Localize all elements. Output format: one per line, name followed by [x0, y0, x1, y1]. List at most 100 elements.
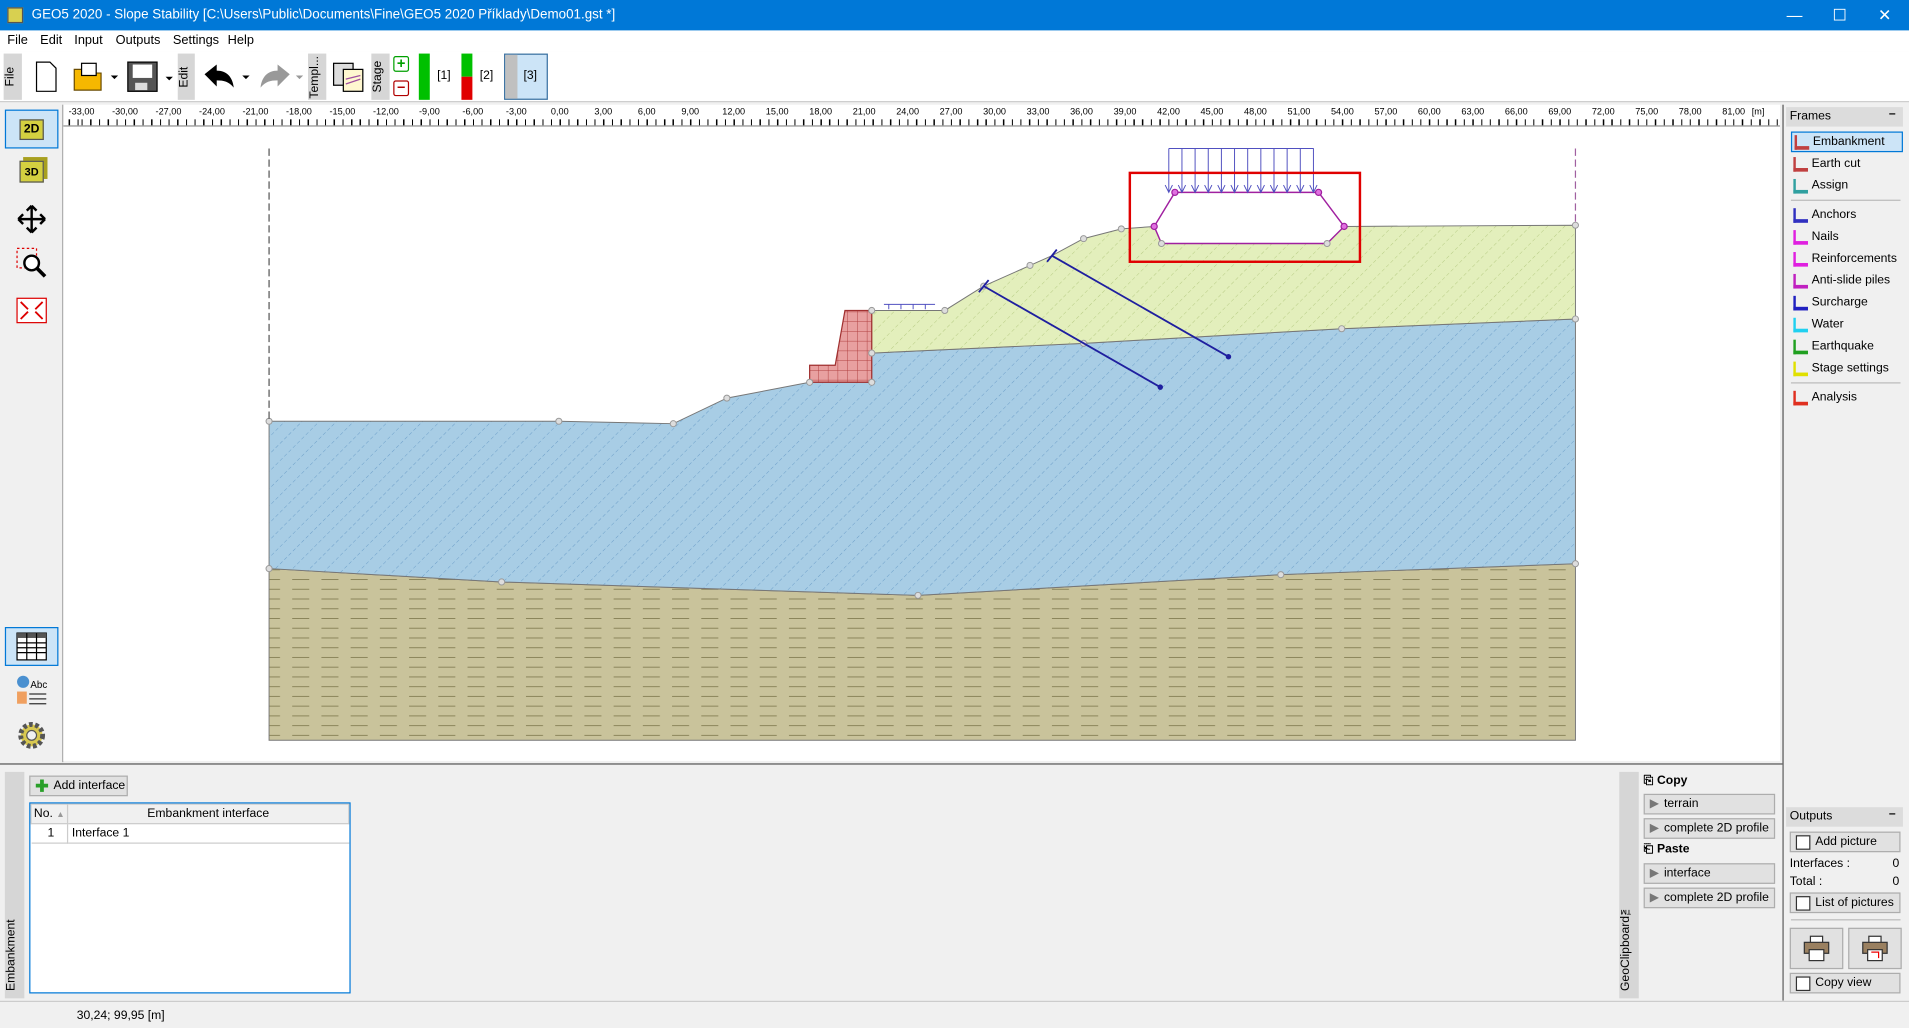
- frame-nails[interactable]: Nails: [1791, 226, 1903, 247]
- ruler-label: 30,00: [983, 105, 1007, 117]
- add-interface-button[interactable]: ✚ Add interface: [29, 775, 128, 797]
- table-view-button[interactable]: [4, 627, 59, 666]
- close-button[interactable]: ✕: [1862, 0, 1908, 30]
- move-button[interactable]: [5, 200, 59, 239]
- frame-embankment[interactable]: Embankment: [1790, 131, 1903, 153]
- window-title: GEO5 2020 - Slope Stability [C:\Users\Pu…: [31, 7, 616, 22]
- menu-input[interactable]: Input: [74, 33, 102, 48]
- zoom-fit-button[interactable]: [5, 291, 59, 330]
- stage-2-indicator-bottom: [461, 76, 473, 100]
- stage-2-button[interactable]: [2]: [460, 53, 499, 100]
- toolbar: File Edit Templ... Stage + – [1] [2] [3]: [0, 51, 1909, 103]
- ruler-label: 27,00: [939, 105, 963, 117]
- frames-collapse-button[interactable]: –: [1889, 107, 1896, 120]
- ruler-label: -15,00: [329, 105, 356, 117]
- add-stage-button[interactable]: +: [393, 56, 410, 72]
- move-icon: [17, 204, 46, 234]
- stage-3-button[interactable]: [3]: [504, 53, 548, 100]
- frame-earthquake[interactable]: Earthquake: [1791, 336, 1903, 357]
- list-of-pictures-button[interactable]: List of pictures: [1789, 892, 1901, 914]
- frame-earth-cut[interactable]: Earth cut: [1791, 153, 1903, 174]
- sort-ascending-icon: ▲: [56, 810, 65, 820]
- embankment-interface[interactable]: [1153, 191, 1346, 245]
- menu-help[interactable]: Help: [228, 33, 254, 48]
- interfaces-table[interactable]: No. ▲ Embankment interface 1 Interface 1: [29, 802, 351, 994]
- frame-surcharge[interactable]: Surcharge: [1791, 292, 1903, 313]
- frame-analysis[interactable]: Analysis: [1791, 387, 1903, 408]
- outputs-collapse-button[interactable]: –: [1889, 807, 1896, 820]
- print-button[interactable]: [1789, 927, 1844, 970]
- divider: [1790, 199, 1901, 201]
- view-2d-icon: 2D: [18, 118, 45, 140]
- settings-button[interactable]: [5, 716, 59, 755]
- menu-outputs[interactable]: Outputs: [116, 33, 161, 48]
- assign-icon: [1793, 178, 1808, 193]
- copy-view-button[interactable]: Copy view: [1789, 972, 1901, 994]
- retaining-wall[interactable]: [809, 309, 873, 383]
- paste-interface-button[interactable]: ▶ interface: [1643, 863, 1776, 884]
- menu-edit[interactable]: Edit: [40, 33, 62, 48]
- maximize-button[interactable]: ☐: [1817, 0, 1863, 30]
- stage-1-label: [1]: [437, 69, 451, 83]
- play-icon: ▶: [1649, 821, 1660, 836]
- slope-model-drawing[interactable]: [63, 127, 1780, 761]
- surcharge-load[interactable]: [1164, 148, 1318, 194]
- stage-1-button[interactable]: [1]: [418, 53, 457, 100]
- embankment-input-panel: Embankment ✚ Add interface No. ▲ Embankme…: [0, 763, 1783, 1001]
- ruler-label: -3,00: [505, 105, 527, 117]
- ruler-label: 72,00: [1591, 105, 1615, 117]
- frame-stage-settings[interactable]: Stage settings: [1791, 358, 1903, 379]
- save-icon: [127, 61, 173, 92]
- column-header-interface[interactable]: Embankment interface: [66, 803, 350, 825]
- menu-file[interactable]: File: [7, 33, 28, 48]
- minimize-button[interactable]: —: [1771, 0, 1817, 30]
- anchors-icon: [1793, 207, 1808, 223]
- add-picture-button[interactable]: Add picture: [1789, 831, 1901, 853]
- ruler-unit: [m]: [1751, 105, 1765, 117]
- undo-button[interactable]: [200, 58, 254, 95]
- menu-settings[interactable]: Settings: [173, 33, 219, 48]
- svg-text:Abc: Abc: [30, 680, 47, 691]
- frame-assign[interactable]: Assign: [1791, 175, 1903, 196]
- copy-label: Copy: [1657, 774, 1688, 788]
- print-preview-button[interactable]: [1848, 927, 1902, 970]
- geometry-canvas[interactable]: [63, 126, 1780, 761]
- save-button[interactable]: [124, 58, 175, 95]
- ruler-label: 60,00: [1417, 105, 1441, 117]
- view-toolbar: 2D 3D Abc: [0, 104, 64, 763]
- table-row[interactable]: 1 Interface 1: [31, 823, 349, 844]
- paste-section: ⎗ Paste: [1644, 843, 1690, 856]
- surcharge-icon: [1793, 295, 1808, 310]
- horizontal-ruler: -33,00 -30,00 -27,00 -24,00 -21,00 -18,00 -15,…: [63, 104, 1780, 127]
- frame-reinforcements[interactable]: Reinforcements: [1791, 248, 1903, 269]
- middle-soil-layer[interactable]: [268, 318, 1576, 596]
- stage-tab: Stage: [371, 53, 390, 100]
- ruler-label: 24,00: [896, 105, 920, 117]
- open-file-button[interactable]: [71, 58, 120, 95]
- templates-button[interactable]: [330, 58, 367, 95]
- zoom-button[interactable]: [5, 244, 59, 283]
- redo-button[interactable]: [256, 58, 307, 95]
- frame-anchors[interactable]: Anchors: [1791, 205, 1903, 226]
- analysis-icon: [1793, 390, 1808, 405]
- frame-anti-slide-piles[interactable]: Anti-slide piles: [1791, 270, 1903, 291]
- view-2d-button[interactable]: 2D: [4, 109, 59, 149]
- paste-2d-profile-button[interactable]: ▶ complete 2D profile: [1643, 887, 1776, 909]
- embankment-icon: [1794, 134, 1810, 150]
- ruler-label: 78,00: [1678, 105, 1702, 117]
- add-picture-icon: [1795, 834, 1811, 850]
- new-file-button[interactable]: [32, 58, 61, 95]
- surcharge-arrow: [1309, 148, 1318, 194]
- copy-terrain-button[interactable]: ▶ terrain: [1643, 793, 1776, 815]
- column-header-no[interactable]: No. ▲: [30, 803, 69, 825]
- surcharge-arrow: [1204, 148, 1213, 194]
- copy-2d-profile-button[interactable]: ▶ complete 2D profile: [1643, 818, 1776, 839]
- wall-surcharge[interactable]: [883, 303, 936, 310]
- file-tab: File: [3, 53, 22, 100]
- list-icon: [1795, 895, 1811, 911]
- frame-water[interactable]: Water: [1791, 314, 1903, 335]
- labels-button[interactable]: Abc: [5, 671, 59, 710]
- ruler-label: -27,00: [155, 105, 182, 117]
- view-3d-button[interactable]: 3D: [5, 152, 59, 191]
- remove-stage-button[interactable]: –: [393, 79, 410, 97]
